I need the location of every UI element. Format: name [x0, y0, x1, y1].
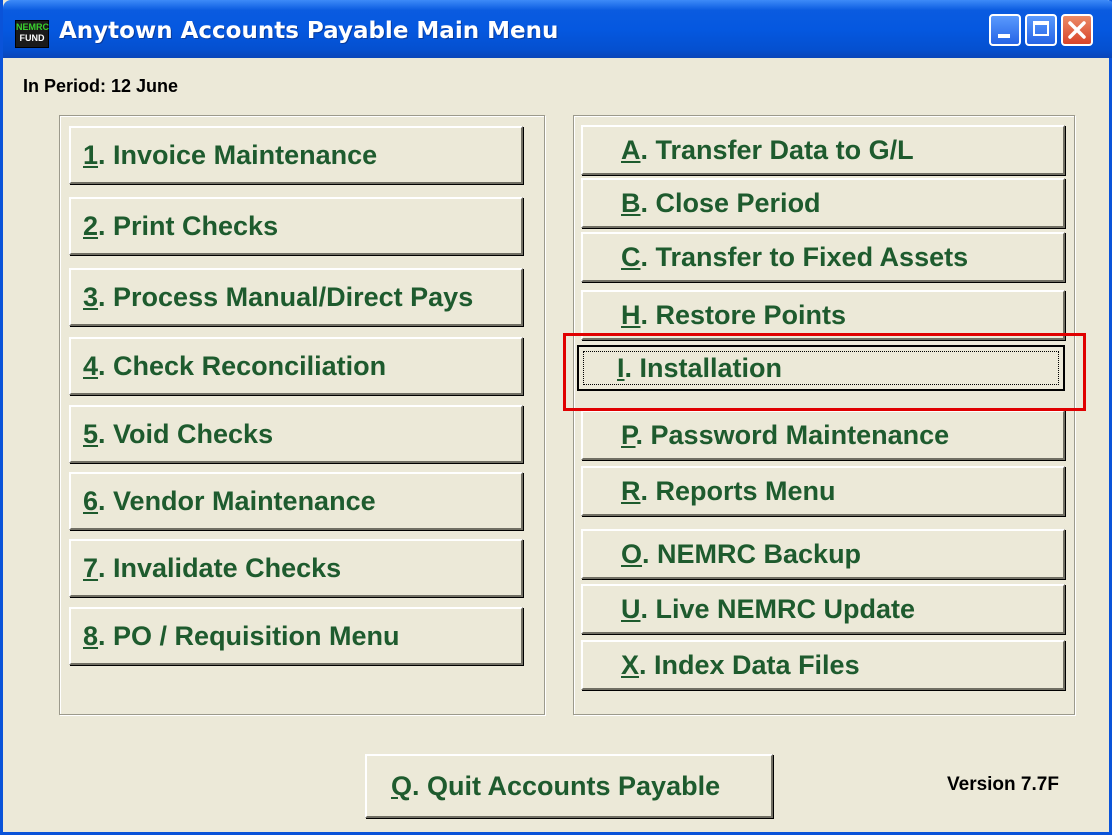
live-nemrc-update-button-label: U. Live NEMRC Update: [621, 593, 916, 624]
close-period-button-label: B. Close Period: [621, 187, 821, 218]
nemrc-backup-button-label: O. NEMRC Backup: [621, 538, 862, 569]
print-checks-button[interactable]: 2. Print Checks: [69, 197, 523, 255]
void-checks-button-label: 5. Void Checks: [83, 418, 274, 449]
process-manual-direct-pays-button-label: 3. Process Manual/Direct Pays: [83, 281, 474, 312]
quit-accounts-payable-button[interactable]: Q. Quit Accounts Payable: [365, 754, 773, 818]
reports-menu-button[interactable]: R. Reports Menu: [581, 466, 1065, 516]
void-checks-button[interactable]: 5. Void Checks: [69, 405, 523, 463]
minimize-icon: [998, 34, 1010, 38]
transfer-data-to-gl-button[interactable]: A. Transfer Data to G/L: [581, 125, 1065, 175]
period-label: In Period: 12 June: [23, 76, 179, 96]
maximize-button[interactable]: [1025, 14, 1057, 46]
restore-points-button-label: H. Restore Points: [621, 299, 847, 330]
window-title: Anytown Accounts Payable Main Menu: [59, 18, 559, 44]
transfer-data-to-gl-button-label: A. Transfer Data to G/L: [621, 134, 914, 165]
process-manual-direct-pays-button[interactable]: 3. Process Manual/Direct Pays: [69, 268, 523, 326]
title-bar[interactable]: NEMRC FUND Anytown Accounts Payable Main…: [3, 0, 1112, 58]
minimize-button[interactable]: [989, 14, 1021, 46]
app-icon-text-bottom: FUND: [19, 33, 45, 43]
transfer-to-fixed-assets-button-label: C. Transfer to Fixed Assets: [621, 241, 969, 272]
password-maintenance-button[interactable]: P. Password Maintenance: [581, 410, 1065, 460]
close-button[interactable]: [1061, 14, 1093, 46]
nemrc-backup-button[interactable]: O. NEMRC Backup: [581, 529, 1065, 579]
version-label: Version 7.7F: [947, 774, 1059, 795]
check-reconciliation-button[interactable]: 4. Check Reconciliation: [69, 337, 523, 395]
po-requisition-menu-button-label: 8. PO / Requisition Menu: [83, 620, 400, 651]
check-reconciliation-button-label: 4. Check Reconciliation: [83, 350, 387, 381]
index-data-files-button-label: X. Index Data Files: [621, 649, 860, 680]
invalidate-checks-button[interactable]: 7. Invalidate Checks: [69, 539, 523, 597]
maximize-icon: [1033, 21, 1049, 36]
close-period-button[interactable]: B. Close Period: [581, 178, 1065, 228]
invalidate-checks-button-label: 7. Invalidate Checks: [83, 552, 342, 583]
print-checks-button-label: 2. Print Checks: [83, 210, 279, 241]
reports-menu-button-label: R. Reports Menu: [621, 475, 836, 506]
index-data-files-button[interactable]: X. Index Data Files: [581, 640, 1065, 690]
installation-highlight-box: [563, 333, 1086, 411]
main-window: NEMRC FUND Anytown Accounts Payable Main…: [0, 0, 1112, 835]
invoice-maintenance-button-label: 1. Invoice Maintenance: [83, 139, 378, 170]
invoice-maintenance-button[interactable]: 1. Invoice Maintenance: [69, 126, 523, 184]
live-nemrc-update-button[interactable]: U. Live NEMRC Update: [581, 584, 1065, 634]
transfer-to-fixed-assets-button[interactable]: C. Transfer to Fixed Assets: [581, 232, 1065, 282]
close-icon: [1068, 21, 1086, 39]
quit-button-label: Q. Quit Accounts Payable: [391, 770, 721, 801]
vendor-maintenance-button[interactable]: 6. Vendor Maintenance: [69, 472, 523, 530]
app-icon[interactable]: NEMRC FUND: [15, 20, 49, 48]
po-requisition-menu-button[interactable]: 8. PO / Requisition Menu: [69, 607, 523, 665]
password-maintenance-button-label: P. Password Maintenance: [621, 419, 950, 450]
vendor-maintenance-button-label: 6. Vendor Maintenance: [83, 485, 376, 516]
app-icon-text-top: NEMRC: [16, 22, 49, 32]
